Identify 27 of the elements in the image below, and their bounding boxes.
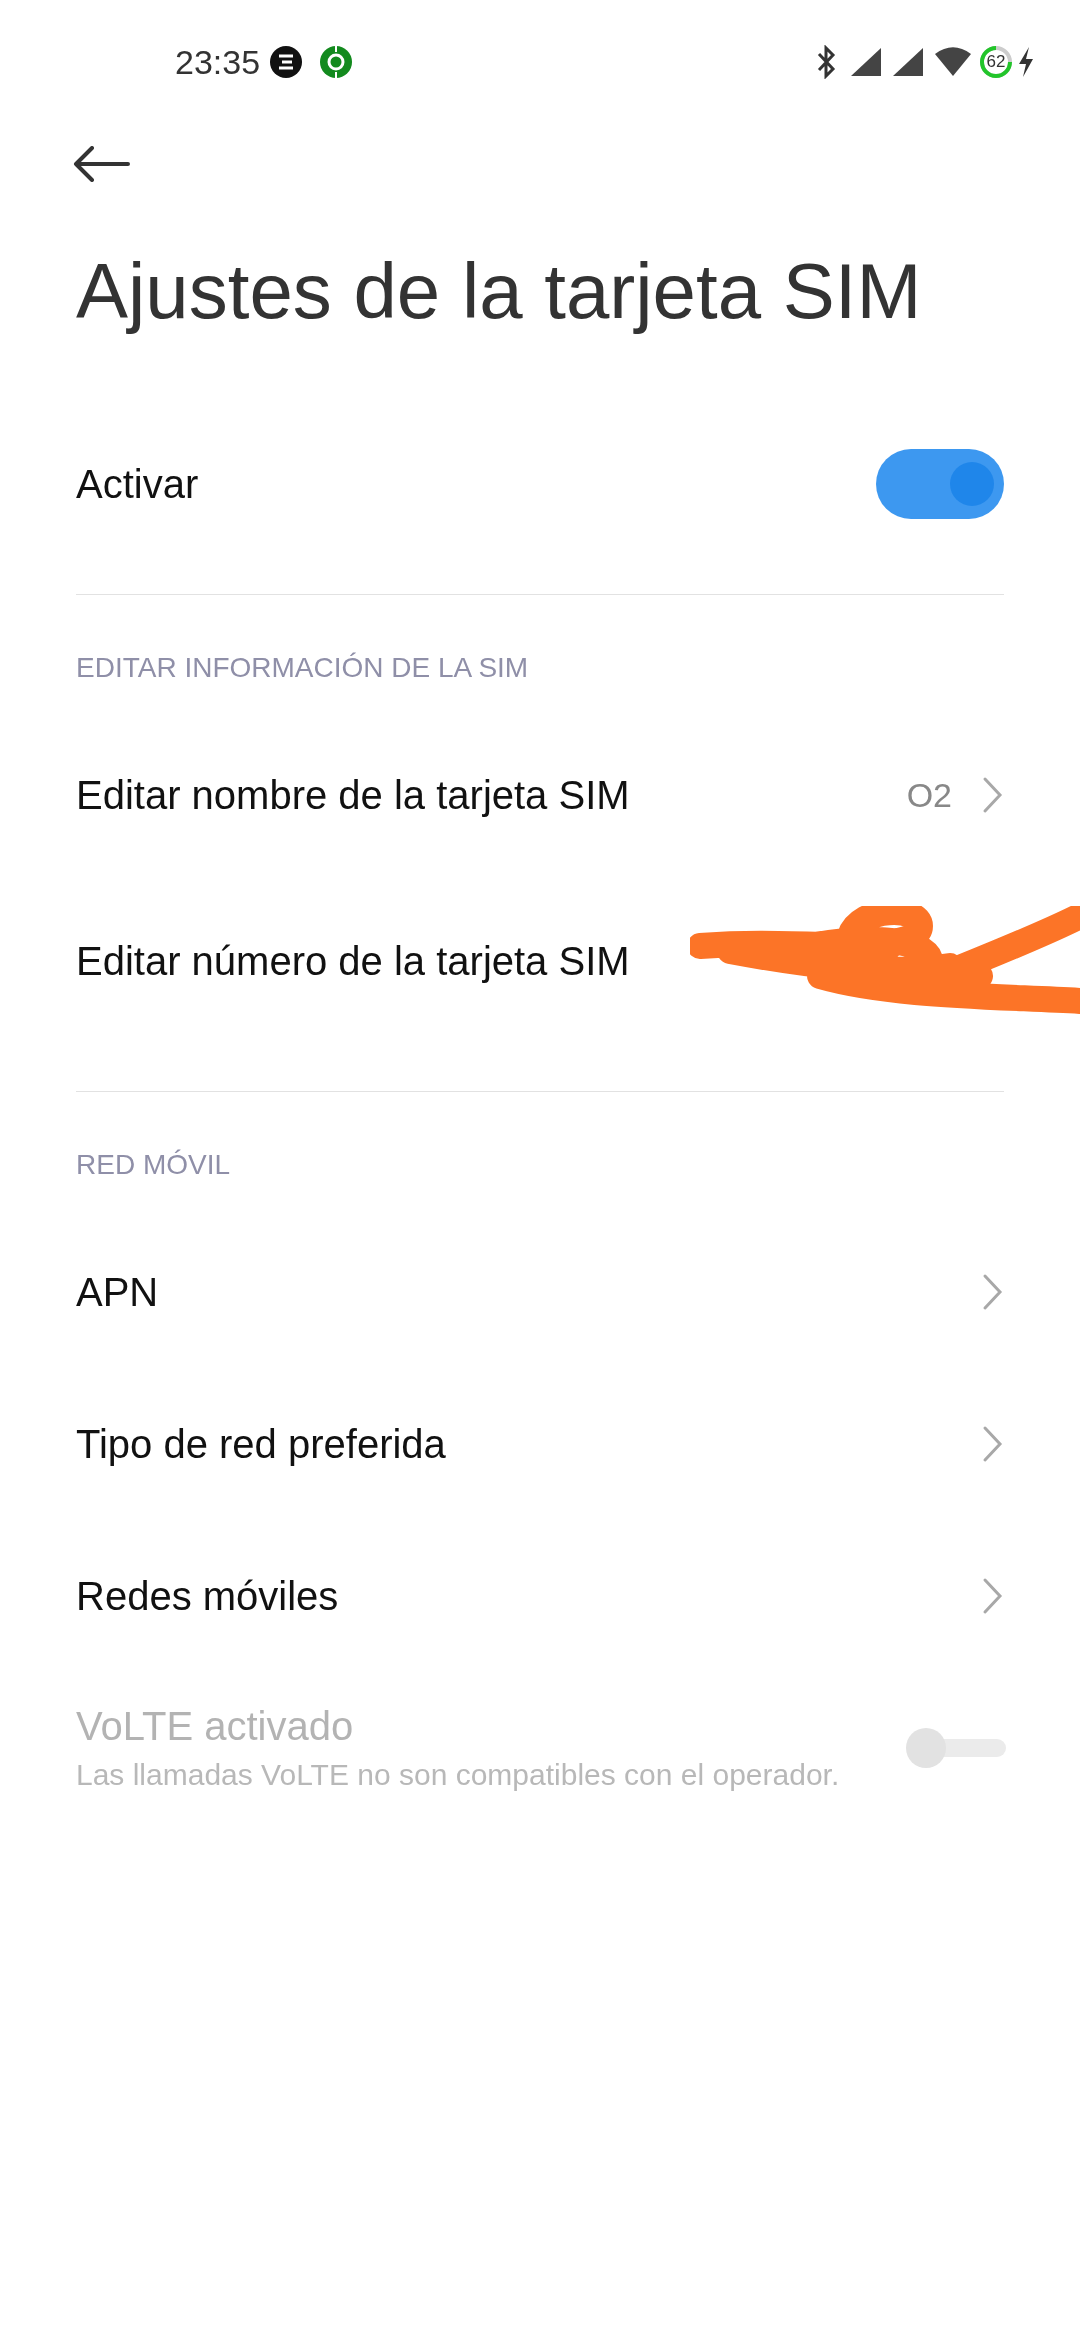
- section-header: EDITAR INFORMACIÓN DE LA SIM: [76, 651, 530, 685]
- charging-icon: [1017, 46, 1035, 78]
- signal-icon: [891, 46, 925, 78]
- battery-level: 62: [986, 51, 1006, 74]
- section-header: RED MÓVIL: [76, 1148, 232, 1182]
- app-icon: [270, 46, 303, 78]
- setting-row[interactable]: Tipo de red preferida: [76, 1368, 1004, 1520]
- chevron-icon: [982, 1272, 1004, 1312]
- setting-value: O2: [906, 774, 952, 816]
- status-time: 23:35: [175, 41, 261, 83]
- setting-row[interactable]: APN: [76, 1216, 1004, 1368]
- setting-label: Editar número de la tarjeta SIM: [76, 938, 631, 984]
- chevron-icon: [982, 775, 1004, 815]
- chevron-icon: [982, 1424, 1004, 1464]
- setting-row[interactable]: Editar nombre de la tarjeta SIM O2: [76, 719, 1004, 871]
- bluetooth-icon: [815, 45, 837, 79]
- setting-label: VoLTE activado: [76, 1703, 355, 1749]
- page-title: Ajustes de la tarjeta SIM: [76, 246, 923, 337]
- battery-ring-icon: [979, 45, 1013, 79]
- target-icon: [320, 46, 353, 78]
- setting-row[interactable]: Redes móviles: [76, 1520, 1004, 1672]
- chevron-icon: [982, 1576, 1004, 1616]
- back-arrow-icon: [72, 146, 130, 182]
- signal-icon: [849, 46, 883, 78]
- setting-label: Activar: [76, 461, 200, 507]
- setting-description: Las llamadas VoLTE no son compatibles con el operador.: [76, 1757, 841, 1793]
- wifi-icon: [933, 46, 973, 78]
